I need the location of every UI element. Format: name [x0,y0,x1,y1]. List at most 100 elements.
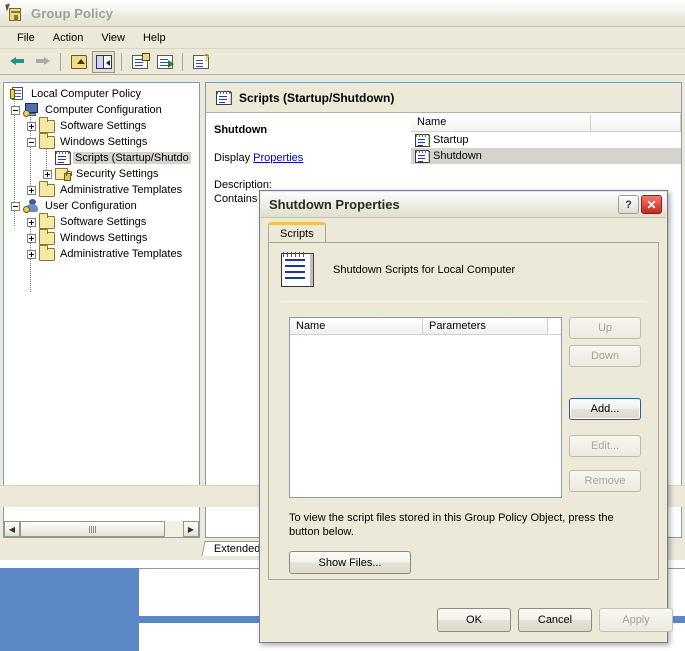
edit-button[interactable]: Edit... [569,435,641,457]
forward-button[interactable] [31,51,54,73]
list-header: Name [411,114,681,132]
folder-icon [39,212,55,229]
sidebar-item-scripts-startup-shutdown[interactable]: Scripts (Startup/Shutdo [6,150,199,166]
help-button[interactable]: ? [189,51,212,73]
expand-toggle-icon[interactable] [27,185,36,195]
shutdown-properties-dialog: Shutdown Properties ? ✕ Scripts Shutdown… [259,190,673,643]
sidebar-item-computer-administrative-templates[interactable]: Administrative Templates [6,180,199,198]
scripts-list[interactable]: Name Parameters [289,317,562,498]
tree-label: Software Settings [60,216,147,228]
sidebar-item-user-windows-settings[interactable]: Windows Settings [6,228,199,246]
menu-help[interactable]: Help [134,30,175,46]
collapse-toggle-icon[interactable] [27,137,36,147]
scroll-right-button[interactable]: ▶ [183,521,199,537]
show-hide-tree-button[interactable] [92,50,115,73]
expand-toggle-icon[interactable] [27,249,36,259]
ok-button[interactable]: OK [437,608,511,632]
extended-heading: Shutdown [214,124,268,136]
column-header-name[interactable]: Name [411,114,591,131]
forward-arrow-icon [35,56,50,67]
window-titlebar[interactable]: Group Policy [0,0,685,27]
computer-icon [23,103,40,117]
script-icon [55,151,71,165]
console-tree[interactable]: Local Computer Policy Computer Configura… [3,82,200,537]
window-title: Group Policy [31,5,114,21]
folder-icon [39,132,55,149]
sidebar-item-computer-configuration[interactable]: Computer Configuration [6,102,199,118]
up-folder-icon [70,54,87,69]
tree-label: User Configuration [45,200,137,212]
menu-bar: File Action View Help [0,27,685,49]
sidebar-item-user-administrative-templates[interactable]: Administrative Templates [6,244,199,262]
toolbar-separator-3 [182,52,183,71]
expand-toggle-icon[interactable] [27,217,36,227]
scrollbar-track[interactable] [20,521,183,537]
list-item-label: Startup [433,134,469,146]
sidebar-item-user-software-settings[interactable]: Software Settings [6,212,199,230]
dialog-titlebar[interactable]: Shutdown Properties ? ✕ [261,192,666,218]
sidebar-item-computer-windows-settings[interactable]: Windows Settings [6,132,199,150]
properties-link[interactable]: Properties [253,152,303,164]
show-files-note: To view the script files stored in this … [289,512,614,538]
expand-toggle-icon[interactable] [27,121,36,131]
up-one-level-button[interactable] [67,51,90,73]
expand-toggle-icon[interactable] [43,169,52,179]
down-button[interactable]: Down [569,345,641,367]
folder-icon [39,244,55,261]
script-document-icon [281,252,314,287]
scroll-left-button[interactable]: ◀ [4,521,20,537]
menu-file[interactable]: File [8,30,44,46]
list-item[interactable]: Shutdown [411,148,681,164]
help-icon[interactable]: ? [618,195,639,214]
apply-button[interactable]: Apply [599,608,673,632]
tree-root-local-computer-policy[interactable]: Local Computer Policy [6,86,199,102]
dialog-header-row: Shutdown Scripts for Local Computer [281,252,516,287]
export-list-button[interactable] [153,51,176,73]
collapse-toggle-icon[interactable] [11,201,20,211]
column-header-name[interactable]: Name [290,318,423,334]
column-header-parameters[interactable]: Parameters [423,318,548,334]
sidebar-item-user-configuration[interactable]: User Configuration [6,198,199,214]
tree-horizontal-scrollbar[interactable]: ◀ ▶ [3,521,200,538]
tree-label: Administrative Templates [60,248,183,260]
remove-button[interactable]: Remove [569,470,641,492]
tab-scripts[interactable]: Scripts [268,222,326,243]
toolbar-separator-2 [121,52,122,71]
dialog-header-caption: Shutdown Scripts for Local Computer [333,264,516,276]
collapse-toggle-icon[interactable] [11,105,20,115]
security-folder-icon [55,167,72,181]
tree-label: Software Settings [60,120,147,132]
cancel-button[interactable]: Cancel [518,608,592,632]
scripts-tab-page: Shutdown Scripts for Local Computer Name… [268,242,659,580]
background-window-sidebar [0,568,139,651]
properties-icon [131,52,150,69]
sidebar-item-security-settings[interactable]: Security Settings [6,166,199,182]
list-item[interactable]: Startup [411,132,681,148]
close-icon[interactable]: ✕ [641,195,662,214]
add-button[interactable]: Add... [569,398,641,420]
horizontal-divider [281,301,646,302]
results-pane-header: Scripts (Startup/Shutdown) [206,83,681,113]
expand-toggle-icon[interactable] [27,233,36,243]
back-button[interactable] [6,51,29,73]
show-files-button[interactable]: Show Files... [289,551,411,574]
toolbar-separator-1 [60,52,61,71]
tree-label: Windows Settings [60,232,148,244]
sidebar-item-computer-software-settings[interactable]: Software Settings [6,116,199,134]
toolbar: ? [0,49,685,75]
page-title: Scripts (Startup/Shutdown) [239,90,395,105]
up-button[interactable]: Up [569,317,641,339]
group-policy-icon [5,3,24,22]
folder-icon [39,116,55,133]
menu-action[interactable]: Action [44,30,93,46]
column-header-blank[interactable] [591,114,681,131]
tree-label: Local Computer Policy [31,88,142,100]
dialog-title: Shutdown Properties [269,197,400,212]
dialog-footer: OK Cancel Apply [260,602,673,638]
menu-view[interactable]: View [92,30,134,46]
scripts-list-header: Name Parameters [290,318,561,335]
scrollbar-thumb[interactable] [20,521,165,537]
properties-button[interactable] [128,51,151,73]
scrollbar-grip-icon [89,525,96,533]
list-item-label: Shutdown [433,150,482,162]
